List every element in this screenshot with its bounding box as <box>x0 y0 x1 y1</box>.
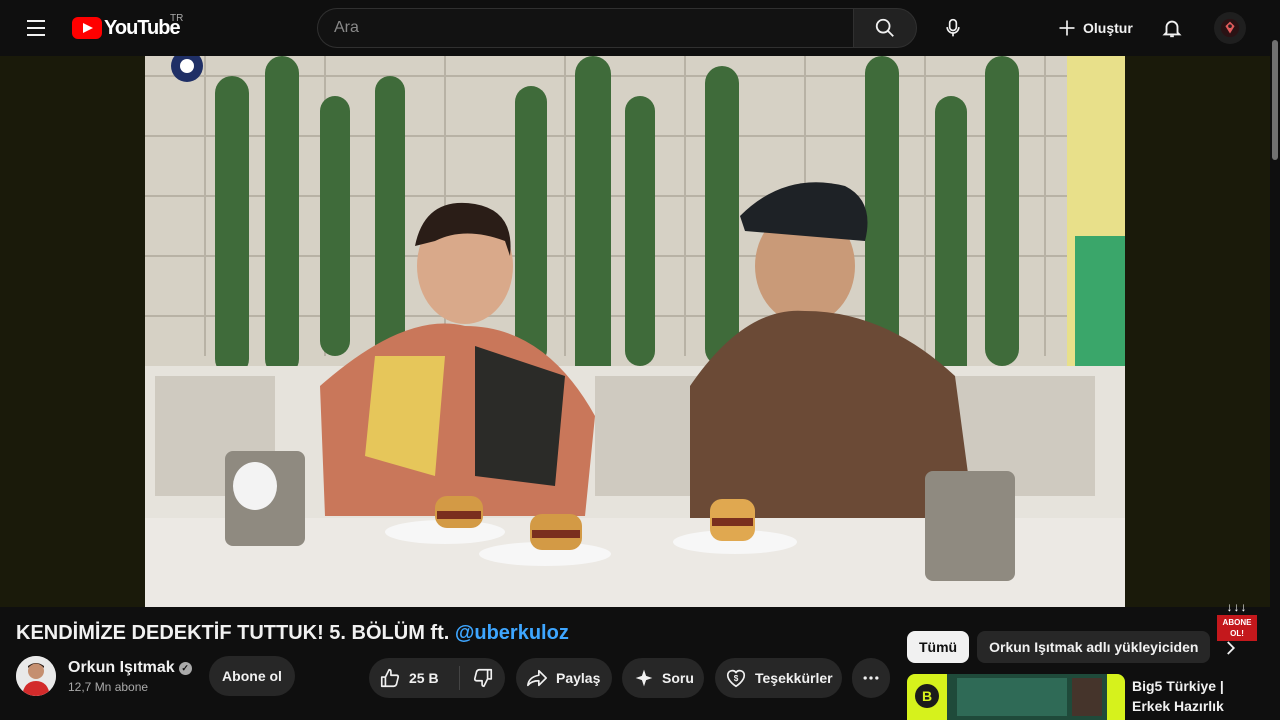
ask-button[interactable]: Soru <box>622 658 704 698</box>
country-code: TR <box>170 13 184 24</box>
chip-all[interactable]: Tümü <box>907 631 970 663</box>
scrollbar-thumb[interactable] <box>1272 40 1278 160</box>
more-horizontal-icon <box>863 676 879 680</box>
recommendation-filter-chips: Tümü Orkun Işıtmak adlı yükleyiciden <box>907 631 1211 663</box>
subscribe-button[interactable]: Abone ol <box>209 656 295 696</box>
chips-next-button[interactable] <box>1214 632 1246 664</box>
create-label: Oluştur <box>1083 20 1133 36</box>
mic-icon <box>946 18 960 37</box>
channel-avatar[interactable] <box>16 656 56 696</box>
mention-link[interactable]: @uberkuloz <box>455 622 569 644</box>
dislike-button[interactable] <box>460 658 505 698</box>
channel-name[interactable]: Orkun Işıtmak ✓ <box>68 659 192 677</box>
channel-name-text: Orkun Işıtmak <box>68 659 175 676</box>
search-icon <box>875 18 894 37</box>
menu-icon-bar <box>27 20 45 22</box>
heart-dollar-icon: $ <box>726 669 746 688</box>
notifications-button[interactable] <box>1152 8 1192 48</box>
like-count: 25 B <box>409 670 439 686</box>
thanks-button[interactable]: $ Teşekkürler <box>715 658 842 698</box>
share-label: Paylaş <box>556 670 601 686</box>
subscriber-count: 12,7 Mn abone <box>68 680 149 694</box>
verified-check-icon: ✓ <box>178 661 192 675</box>
share-button[interactable]: Paylaş <box>516 658 612 698</box>
svg-text:B: B <box>922 688 932 704</box>
ask-label: Soru <box>662 670 694 686</box>
chip-from-uploader[interactable]: Orkun Işıtmak adlı yükleyiciden <box>977 631 1211 663</box>
menu-icon-bar <box>27 27 45 29</box>
recommendation-title[interactable]: Big5 Türkiye | Erkek Hazırlık <box>1132 676 1262 716</box>
chevron-right-icon <box>1227 641 1236 655</box>
share-arrow-icon <box>527 669 547 687</box>
bell-icon <box>1162 20 1182 38</box>
channel-avatar-image <box>16 656 56 696</box>
video-title: KENDİMİZE DEDEKTİF TUTTUK! 5. BÖLÜM ft. … <box>16 622 569 645</box>
menu-icon-bar <box>27 34 45 36</box>
plus-icon <box>1059 20 1075 36</box>
search-input[interactable] <box>317 8 853 48</box>
more-actions-button[interactable] <box>852 658 890 698</box>
youtube-play-icon <box>72 17 102 39</box>
account-avatar[interactable] <box>1214 12 1246 44</box>
youtube-logo[interactable]: YouTube <box>72 16 181 40</box>
avatar-logo-icon <box>1220 18 1240 38</box>
down-arrows-icon: ↓↓↓ <box>1226 600 1248 614</box>
sparkle-icon <box>635 669 653 687</box>
search-button[interactable] <box>853 8 917 48</box>
page-scrollbar[interactable] <box>1270 0 1280 720</box>
recommendation-thumbnail-image: B <box>907 674 1125 720</box>
create-button[interactable]: Oluştur <box>1045 10 1145 46</box>
thanks-label: Teşekkürler <box>755 670 833 686</box>
like-button[interactable]: 25 B <box>369 658 459 698</box>
voice-search-button[interactable] <box>933 8 973 48</box>
video-title-text: KENDİMİZE DEDEKTİF TUTTUK! 5. BÖLÜM ft. <box>16 622 455 644</box>
menu-button[interactable] <box>20 14 52 42</box>
svg-text:$: $ <box>734 674 739 683</box>
search-bar <box>317 8 917 48</box>
video-player[interactable]: ↓↓↓ ABONE OL! <box>0 56 1270 641</box>
video-scene-illustration <box>145 56 1125 607</box>
recommendation-thumbnail[interactable]: B <box>907 674 1125 720</box>
logo-text: YouTube <box>104 16 181 39</box>
like-dislike-group: 25 B <box>369 658 505 698</box>
thumbs-down-icon <box>473 668 492 688</box>
masthead: YouTube TR Oluştur <box>0 0 1280 56</box>
thumbs-up-icon <box>380 668 400 688</box>
video-frame[interactable] <box>145 56 1125 607</box>
